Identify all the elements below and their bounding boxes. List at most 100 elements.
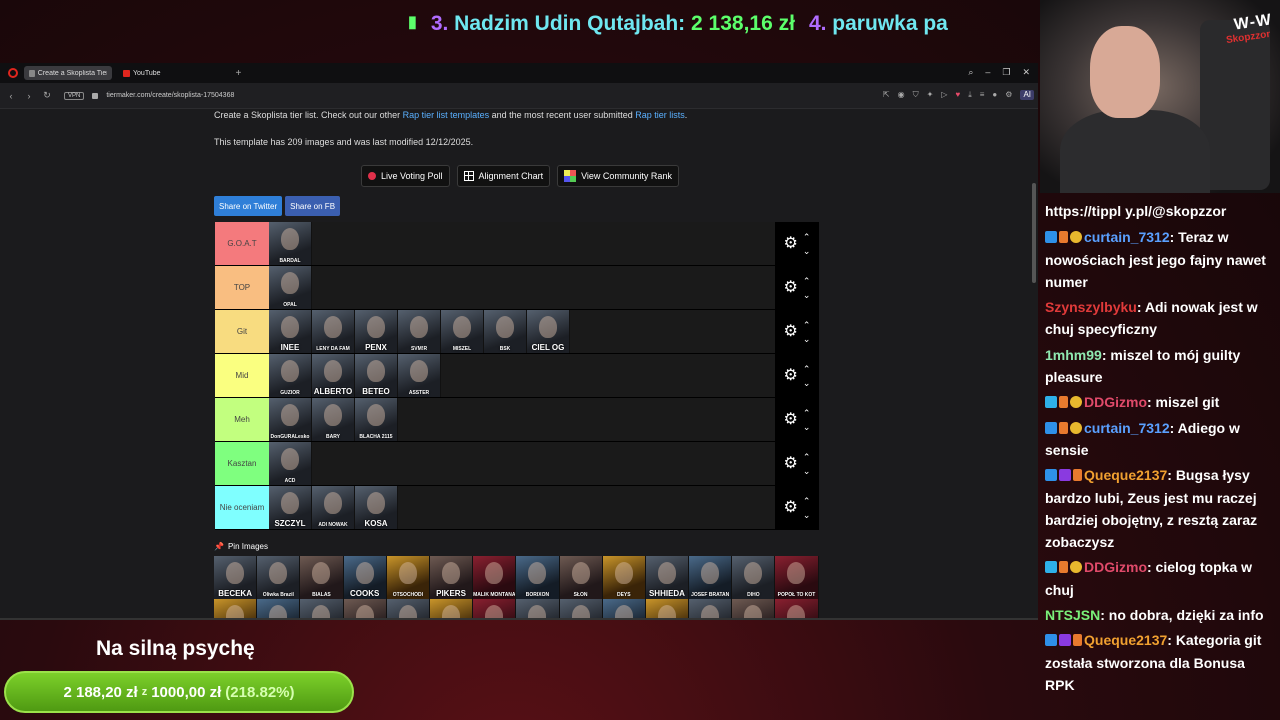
artist-thumbnail[interactable]: INEE [269,310,312,353]
chevron-down-icon[interactable]: ⌄ [803,244,811,258]
pool-thumbnail[interactable]: OTSOCHODI [386,556,430,599]
pool-thumbnail[interactable]: COOKS [343,556,387,599]
artist-thumbnail[interactable]: BARY [312,398,355,441]
back-icon[interactable]: ‹ [4,91,18,101]
pool-thumbnail[interactable]: DEYS [602,556,646,599]
tier-label[interactable]: Git [215,310,269,353]
pool-thumbnail[interactable]: BECEKA [214,556,258,599]
url-field[interactable]: tiermaker.com/create/skoplista-17504368 [106,92,234,99]
tier-label[interactable]: Nie oceniam [215,486,269,529]
tier-items[interactable]: ACD [269,442,775,485]
gear-icon[interactable]: ⚙ [784,323,798,340]
chevron-up-icon[interactable]: ⌃ [803,230,811,244]
tier-items[interactable]: SZCZYL ADI NOWAK KOSA [269,486,775,529]
tab-youtube[interactable]: YouTube [118,66,166,80]
tier-items[interactable]: GUZIOR ALBERTO BETEO ASSTER [269,354,775,397]
pool-thumbnail[interactable]: POPÓŁ TO KOT [775,556,819,599]
pool-thumbnail[interactable]: BIALAS [300,556,344,599]
chat-username[interactable]: curtain_7312 [1084,420,1170,436]
pool-thumbnail[interactable]: MALIK MONTANA [473,556,517,599]
extension-icon[interactable]: ✦ [927,90,934,100]
artist-thumbnail[interactable]: KOSA [355,486,398,529]
chevron-down-icon[interactable]: ⌄ [803,288,811,302]
share-twitter-button[interactable]: Share on Twitter [214,196,283,216]
close-button[interactable]: ✕ [1022,67,1030,78]
chevron-up-icon[interactable]: ⌃ [803,318,811,332]
pool-thumbnail[interactable] [343,599,387,618]
share-fb-button[interactable]: Share on FB [285,196,341,216]
chevron-down-icon[interactable]: ⌄ [803,332,811,346]
pool-thumbnail[interactable]: JOSEF BRATAN [689,556,733,599]
shield-icon[interactable]: ⛉ [913,90,919,100]
lock-icon[interactable] [92,92,99,99]
vpn-badge[interactable]: VPN [64,91,85,100]
gear-icon[interactable]: ⚙ [784,279,798,296]
pool-thumbnail[interactable] [300,599,344,618]
community-rank-button[interactable]: View Community Rank [557,165,679,187]
tier-items[interactable]: DonGURALesko BARY BLACHA 2115 [269,398,775,441]
chevron-up-icon[interactable]: ⌃ [803,406,811,420]
share-icon[interactable]: ⇱ [883,90,890,100]
chat-username[interactable]: Szynszylbyku [1045,299,1137,315]
chat-username[interactable]: NTSJSN [1045,607,1100,623]
pool-thumbnail[interactable] [775,599,819,618]
tab-tiermaker[interactable]: Create a Skoplista Tier List [24,66,112,80]
minimize-button[interactable]: – [985,67,990,78]
gear-icon[interactable]: ⚙ [784,235,798,252]
pool-thumbnail[interactable] [473,599,517,618]
alignment-chart-button[interactable]: Alignment Chart [456,165,551,187]
tier-label[interactable]: Mid [215,354,269,397]
artist-thumbnail[interactable]: LENY DA FAM [312,310,355,353]
chat-username[interactable]: DDGizmo [1084,559,1147,575]
pool-thumbnail[interactable] [732,599,776,618]
tier-items[interactable]: INEE LENY DA FAM PENX SVM!R MISZEL BSK CIEL OG [269,310,775,353]
artist-thumbnail[interactable]: ASSTER [398,354,441,397]
restore-button[interactable]: ❐ [1002,67,1010,78]
forward-icon[interactable]: › [22,91,36,101]
pool-thumbnail[interactable] [429,599,474,618]
gear-icon[interactable]: ⚙ [784,455,798,472]
tier-label[interactable]: Meh [215,398,269,441]
artist-thumbnail[interactable]: BARDAL [269,222,312,265]
pool-thumbnail[interactable]: BORIXON [516,556,560,599]
artist-thumbnail[interactable]: ALBERTO [312,354,355,397]
pool-thumbnail[interactable] [214,599,258,618]
download-icon[interactable]: ⤓ [968,90,972,100]
chat-username[interactable]: curtain_7312 [1084,229,1170,245]
artist-thumbnail[interactable]: DonGURALesko [269,398,312,441]
profile-icon[interactable]: ● [992,90,997,100]
reload-icon[interactable]: ↻ [40,90,54,101]
pin-images-toggle[interactable]: 📌 Pin Images [214,542,268,551]
chat-username[interactable]: DDGizmo [1084,394,1147,410]
rap-tier-lists-link[interactable]: Rap tier lists [635,110,685,120]
gear-icon[interactable]: ⚙ [784,367,798,384]
artist-thumbnail[interactable]: BETEO [355,354,398,397]
tier-label[interactable]: TOP [215,266,269,309]
search-icon[interactable]: ⌕ [968,67,973,78]
artist-thumbnail[interactable]: ACD [269,442,312,485]
heart-icon[interactable]: ♥ [955,90,960,100]
artist-thumbnail[interactable]: CIEL OG [527,310,570,353]
pool-thumbnail[interactable]: PIKERS [429,556,474,599]
new-tab-button[interactable]: + [236,68,242,79]
artist-thumbnail[interactable]: BSK [484,310,527,353]
tier-items[interactable]: BARDAL [269,222,775,265]
artist-thumbnail[interactable]: GUZIOR [269,354,312,397]
pool-thumbnail[interactable] [689,599,733,618]
gear-icon[interactable]: ⚙ [784,499,798,516]
live-voting-button[interactable]: Live Voting Poll [361,165,450,187]
pool-thumbnail[interactable]: SŁOŃ [559,556,603,599]
pool-thumbnail[interactable] [257,599,301,618]
opera-menu-icon[interactable] [8,68,18,78]
chat-username[interactable]: 1mhm99 [1045,347,1102,363]
chevron-down-icon[interactable]: ⌄ [803,376,811,390]
tier-label[interactable]: Kasztan [215,442,269,485]
tier-items[interactable]: OPAL [269,266,775,309]
tier-label[interactable]: G.O.A.T [215,222,269,265]
ai-button[interactable]: AI [1020,90,1034,100]
rap-templates-link[interactable]: Rap tier list templates [403,110,490,120]
chevron-down-icon[interactable]: ⌄ [803,464,811,478]
artist-thumbnail[interactable]: PENX [355,310,398,353]
artist-thumbnail[interactable]: SVM!R [398,310,441,353]
gear-icon[interactable]: ⚙ [784,411,798,428]
